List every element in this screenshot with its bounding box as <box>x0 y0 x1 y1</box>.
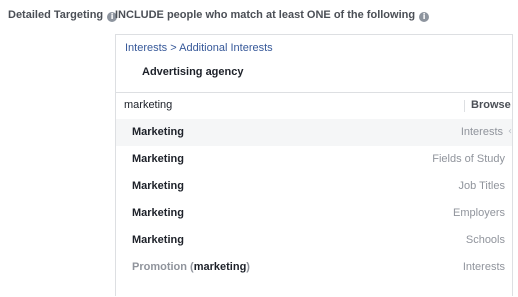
browse-button[interactable]: Browse <box>471 99 511 111</box>
results-list: Marketing Interests ‹ Marketing Fields o… <box>116 119 512 281</box>
result-name: Marketing <box>132 126 184 138</box>
result-type: Fields of Study <box>432 153 505 165</box>
list-item[interactable]: Marketing Employers <box>116 200 512 227</box>
result-name: Marketing <box>132 180 184 192</box>
result-type: Job Titles <box>458 180 505 192</box>
result-name: Marketing <box>132 234 184 246</box>
info-icon[interactable]: i <box>419 12 430 22</box>
divider <box>464 100 465 112</box>
breadcrumb[interactable]: Interests > Additional Interests <box>125 42 273 54</box>
list-item[interactable]: Marketing Interests ‹ <box>116 119 512 146</box>
result-type: Employers <box>453 207 505 219</box>
include-heading: INCLUDE people who match at least ONE of… <box>115 9 430 22</box>
list-item[interactable]: Marketing Job Titles <box>116 173 512 200</box>
list-item[interactable]: Promotion (marketing) Interests <box>116 254 512 281</box>
result-type: Interests <box>460 126 503 138</box>
search-input[interactable]: marketing <box>124 99 172 111</box>
list-item[interactable]: Marketing Fields of Study <box>116 146 512 173</box>
detailed-targeting-label: Detailed Targeting i <box>8 9 118 22</box>
result-name: Marketing <box>132 207 184 219</box>
targeting-panel: Interests > Additional Interests Adverti… <box>115 34 513 296</box>
search-row: marketing Browse <box>116 92 512 119</box>
result-name: Promotion (marketing) <box>132 261 250 273</box>
result-type: Schools <box>465 234 505 246</box>
result-type: Interests <box>462 261 505 273</box>
list-item[interactable]: Marketing Schools <box>116 227 512 254</box>
selected-interest[interactable]: Advertising agency <box>142 66 243 78</box>
chevron-left-icon: ‹ <box>508 126 512 137</box>
result-name: Marketing <box>132 153 184 165</box>
